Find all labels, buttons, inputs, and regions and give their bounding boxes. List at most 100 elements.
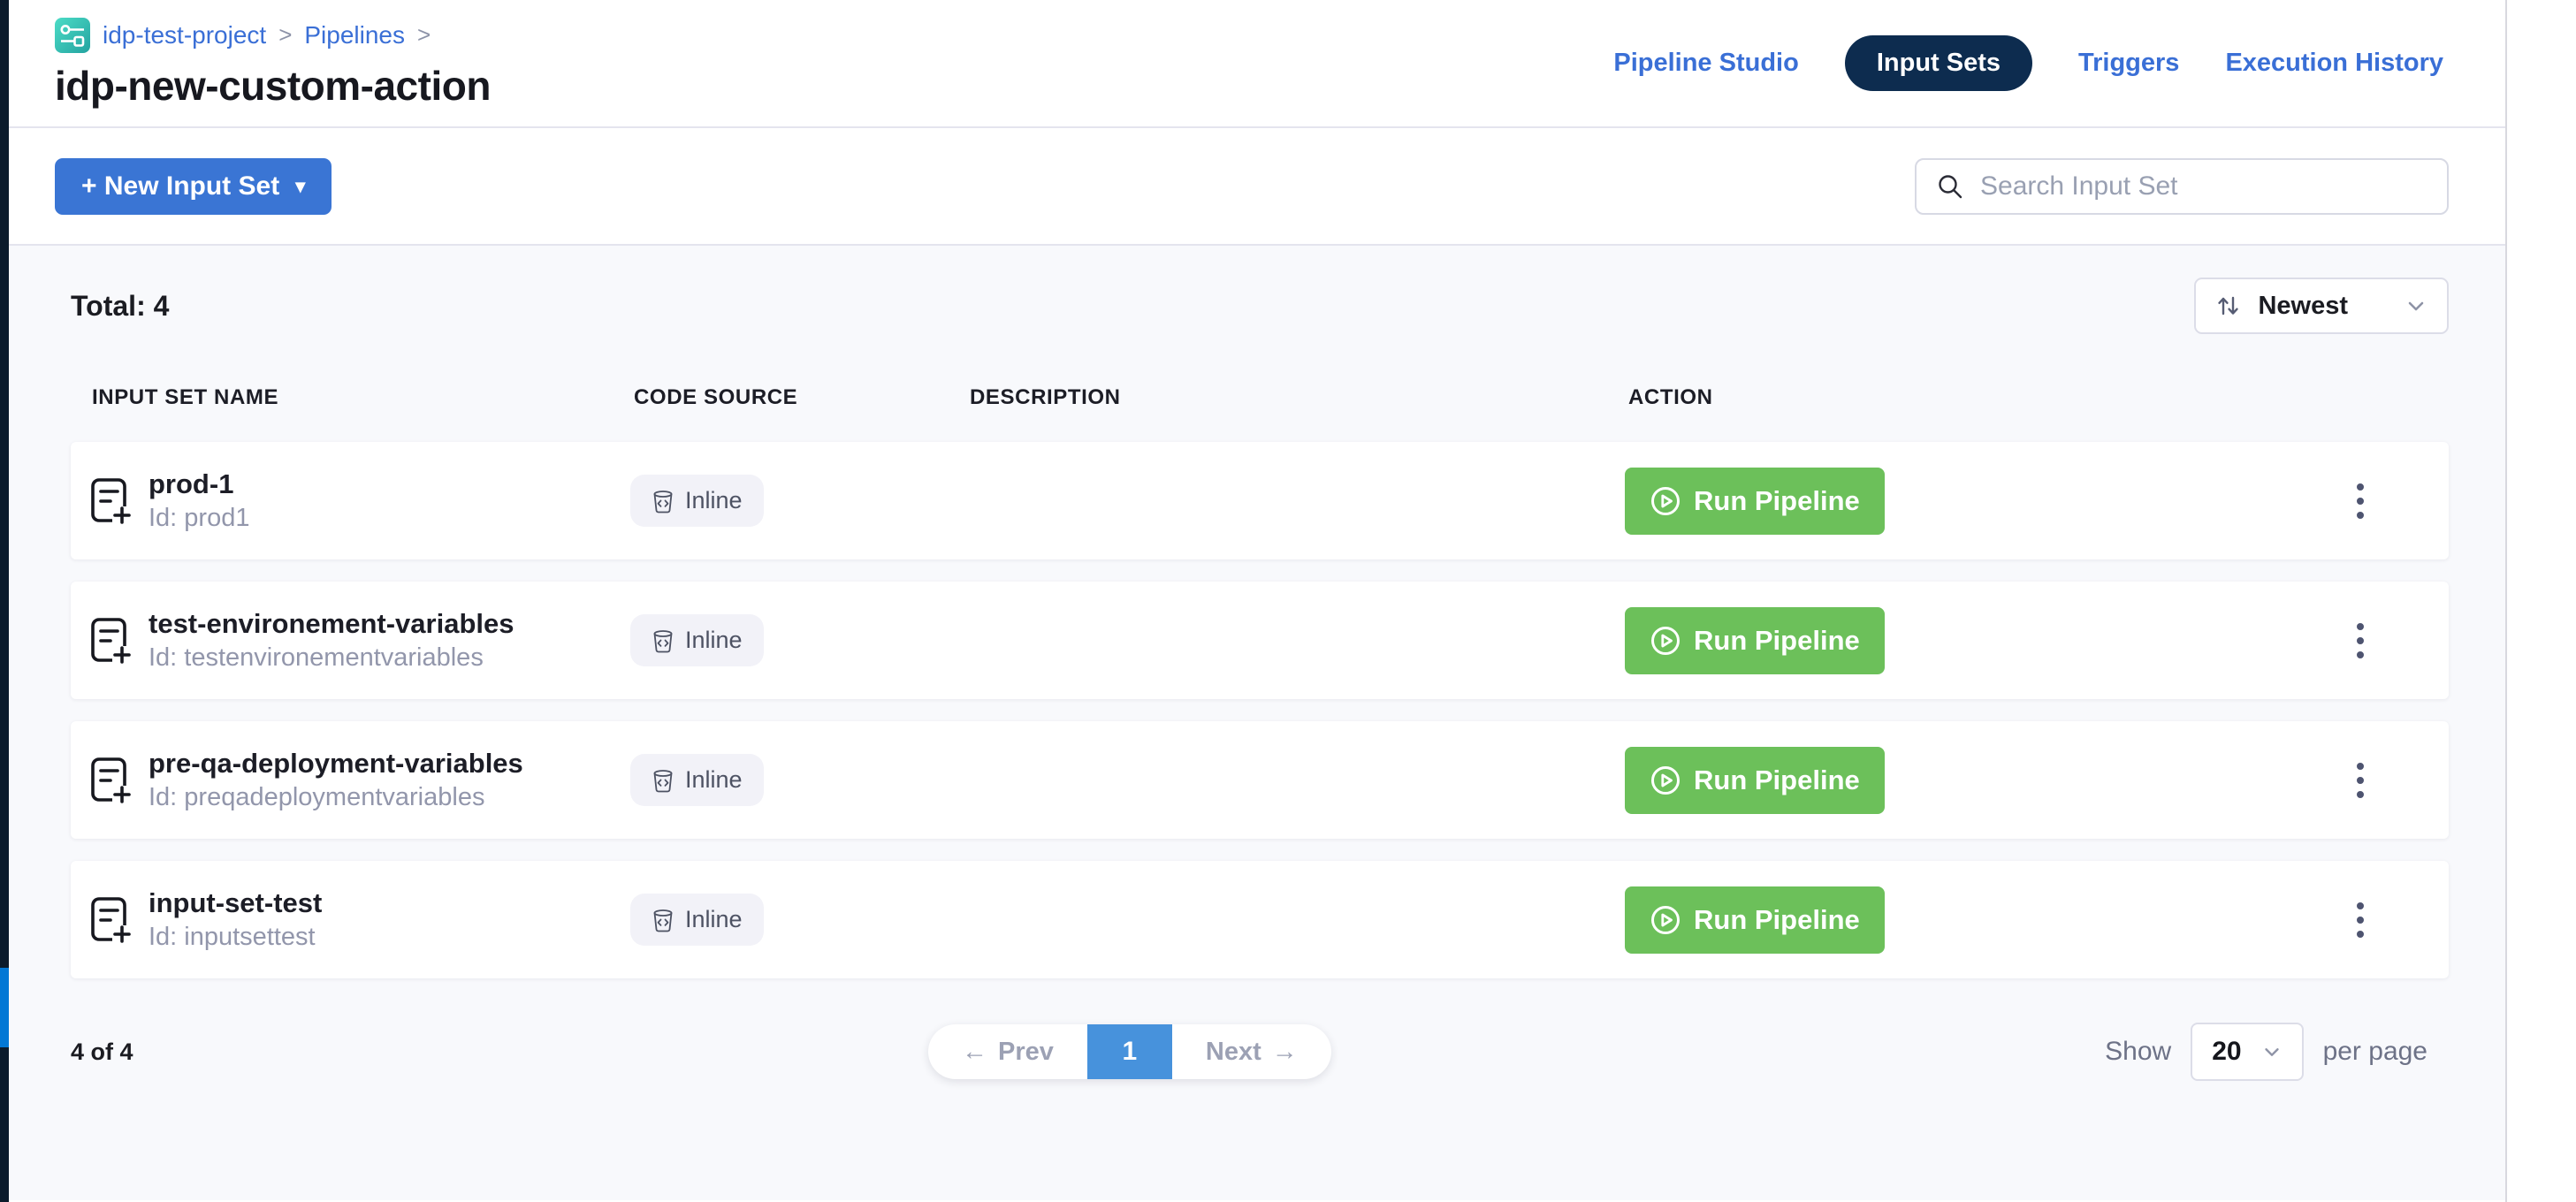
sort-selected-value: Newest [2258,292,2348,321]
input-set-document-icon [88,895,131,945]
run-pipeline-button[interactable]: Run Pipeline [1625,468,1885,535]
row-options-menu-icon[interactable] [2348,475,2373,528]
page-count-label: 4 of 4 [71,1038,133,1066]
action-cell: Run Pipeline [1625,747,2431,814]
table-row[interactable]: input-set-test Id: inputsettest Inline [71,861,2449,978]
input-set-id: Id: inputsettest [149,923,322,952]
table-row[interactable]: test-environement-variables Id: testenvi… [71,582,2449,699]
inline-store-icon [652,489,674,514]
input-set-id: Id: preqadeploymentvariables [149,783,523,812]
input-set-document-icon [88,616,131,666]
breadcrumb-project-link[interactable]: idp-test-project [103,21,266,49]
breadcrumb: idp-test-project > Pipelines > [55,18,491,53]
chevron-down-icon [2261,1041,2283,1062]
collapsed-side-nav-rail[interactable] [0,0,9,1202]
input-set-name-cell: input-set-test Id: inputsettest [88,887,630,952]
input-set-name-cell: test-environement-variables Id: testenvi… [88,608,630,673]
chevron-down-icon [2405,294,2427,317]
input-set-id: Id: testenvironementvariables [149,643,514,673]
inline-store-icon [652,768,674,793]
per-page-label: per page [2323,1037,2427,1067]
breadcrumb-separator: > [278,21,292,49]
pipeline-project-icon [55,18,90,53]
table-row[interactable]: pre-qa-deployment-variables Id: preqadep… [71,721,2449,839]
page-number-active[interactable]: 1 [1087,1024,1172,1079]
column-header-description: DESCRIPTION [970,385,1628,410]
pipeline-tabs: Pipeline Studio Input Sets Triggers Exec… [1613,35,2443,91]
input-set-name-cell: prod-1 Id: prod1 [88,468,630,533]
tab-triggers[interactable]: Triggers [2078,49,2179,78]
input-set-name-cell: pre-qa-deployment-variables Id: preqadep… [88,748,630,812]
tab-pipeline-studio[interactable]: Pipeline Studio [1613,49,1798,78]
caret-down-icon: ▾ [295,175,305,198]
code-source-label: Inline [685,906,743,933]
run-pipeline-button[interactable]: Run Pipeline [1625,747,1885,814]
row-options-menu-icon[interactable] [2348,894,2373,947]
inline-store-icon [652,908,674,932]
action-cell: Run Pipeline [1625,607,2431,674]
inline-store-icon [652,628,674,653]
input-set-name: prod-1 [149,468,249,500]
next-label: Next [1206,1038,1261,1067]
page-size-control: Show 20 per page [2105,1023,2427,1081]
total-count-label: Total: 4 [71,290,169,323]
code-source-cell: Inline [630,754,966,806]
run-pipeline-button[interactable]: Run Pipeline [1625,886,1885,954]
run-pipeline-label: Run Pipeline [1694,904,1860,936]
toolbar: + New Input Set ▾ [9,128,2505,246]
action-cell: Run Pipeline [1625,468,2431,535]
run-pipeline-label: Run Pipeline [1694,765,1860,796]
input-set-name: pre-qa-deployment-variables [149,748,523,780]
code-source-badge: Inline [630,475,764,527]
name-stack: input-set-test Id: inputsettest [149,887,322,952]
show-label: Show [2105,1037,2171,1067]
input-set-name: input-set-test [149,887,322,919]
input-sets-content: Total: 4 Newest INPUT SET NAME CODE SOUR… [9,246,2505,1200]
list-footer: 4 of 4 ← Prev 1 Next → Show 20 [71,1021,2449,1083]
code-source-badge: Inline [630,754,764,806]
column-header-input-set-name: INPUT SET NAME [92,385,634,410]
play-circle-icon [1650,765,1681,796]
breadcrumb-separator: > [417,21,431,49]
pagination: ← Prev 1 Next → [928,1024,1331,1079]
input-set-document-icon [88,756,131,805]
code-source-label: Inline [685,766,743,794]
app-window: idp-test-project > Pipelines > idp-new-c… [9,0,2505,1202]
name-stack: prod-1 Id: prod1 [149,468,249,533]
right-edge-divider [2505,0,2507,1202]
input-set-name: test-environement-variables [149,608,514,640]
row-options-menu-icon[interactable] [2348,754,2373,807]
table-row[interactable]: prod-1 Id: prod1 Inline [71,442,2449,559]
sort-arrows-icon [2215,293,2242,319]
left-arrow-icon: ← [962,1038,987,1067]
search-icon [1936,172,1964,201]
input-set-id: Id: prod1 [149,504,249,533]
column-header-code-source: CODE SOURCE [634,385,970,410]
code-source-label: Inline [685,627,743,654]
next-page-button[interactable]: Next → [1172,1024,1331,1079]
tab-input-sets-active[interactable]: Input Sets [1845,35,2032,91]
play-circle-icon [1650,625,1681,657]
page-header: idp-test-project > Pipelines > idp-new-c… [9,0,2505,128]
breadcrumb-pipelines-link[interactable]: Pipelines [304,21,405,49]
run-pipeline-label: Run Pipeline [1694,625,1860,657]
name-stack: test-environement-variables Id: testenvi… [149,608,514,673]
play-circle-icon [1650,904,1681,936]
code-source-badge: Inline [630,614,764,666]
search-box[interactable] [1915,158,2449,215]
prev-page-button[interactable]: ← Prev [928,1024,1087,1079]
code-source-badge: Inline [630,894,764,946]
page-size-select[interactable]: 20 [2191,1023,2303,1081]
page-size-value: 20 [2212,1037,2241,1067]
run-pipeline-button[interactable]: Run Pipeline [1625,607,1885,674]
sort-dropdown[interactable]: Newest [2194,278,2449,334]
run-pipeline-label: Run Pipeline [1694,485,1860,517]
table-header-row: INPUT SET NAME CODE SOURCE DESCRIPTION A… [71,334,2449,442]
code-source-cell: Inline [630,894,966,946]
action-cell: Run Pipeline [1625,886,2431,954]
new-input-set-button[interactable]: + New Input Set ▾ [55,158,332,215]
search-input[interactable] [1980,171,2427,202]
tab-execution-history[interactable]: Execution History [2225,49,2443,78]
row-options-menu-icon[interactable] [2348,614,2373,667]
code-source-cell: Inline [630,475,966,527]
